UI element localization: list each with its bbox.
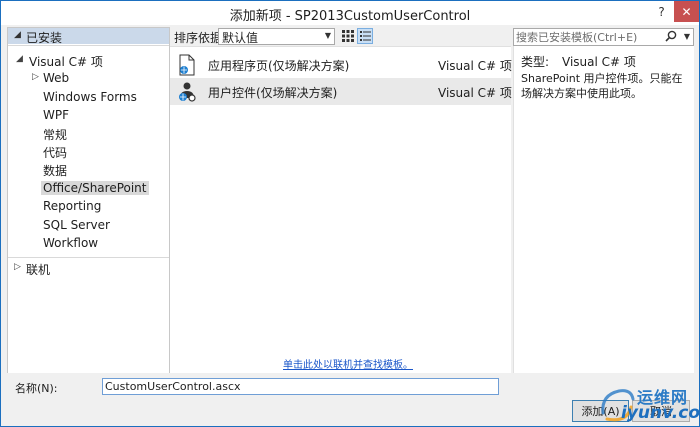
template-language: Visual C# 项 xyxy=(438,86,512,100)
tree-node-web[interactable]: ▷ Web xyxy=(8,70,169,87)
tree-node-data[interactable]: 数据 xyxy=(8,161,169,178)
tree-node-label: Office/SharePoint xyxy=(41,181,149,195)
tree-node-label: Web xyxy=(43,71,70,85)
type-label: 类型: xyxy=(521,55,550,69)
tree-node-label: 代码 xyxy=(43,146,68,160)
help-button[interactable]: ? xyxy=(649,1,674,22)
installed-label: 已安装 xyxy=(26,31,63,45)
user-control-icon xyxy=(176,81,198,103)
search-box[interactable]: ▼ xyxy=(513,28,694,46)
template-item-user-control[interactable]: 用户控件(仅场解决方案) Visual C# 项 xyxy=(170,78,512,105)
tree-node-label: 常规 xyxy=(43,128,68,142)
sort-dropdown[interactable]: 默认值 ▼ xyxy=(218,28,335,45)
tree-node-office-sharepoint[interactable]: Office/SharePoint xyxy=(8,180,169,197)
tree-node-label: 数据 xyxy=(43,164,68,178)
tree-node-label: SQL Server xyxy=(43,218,110,232)
tree-node-windows-forms[interactable]: Windows Forms xyxy=(8,89,169,106)
details-panel: 类型: Visual C# 项 SharePoint 用户控件项。只能在场解决方… xyxy=(513,46,694,373)
template-description: SharePoint 用户控件项。只能在场解决方案中使用此项。 xyxy=(521,72,683,100)
grid-view-button[interactable] xyxy=(340,28,356,44)
dialog-window: 添加新项 - SP2013CustomUserControl ? ✕ ◢ 已安装… xyxy=(0,0,700,427)
tree-node-wpf[interactable]: WPF xyxy=(8,107,169,124)
tree-node-visual-csharp[interactable]: ◢ Visual C# 项 xyxy=(8,52,169,69)
template-language: Visual C# 项 xyxy=(438,59,512,73)
tree-node-general[interactable]: 常规 xyxy=(8,125,169,142)
template-toolbar: 排序依据: 默认值 ▼ xyxy=(171,27,511,45)
divider xyxy=(8,45,169,46)
tree-node-code[interactable]: 代码 xyxy=(8,143,169,160)
search-input[interactable] xyxy=(516,29,666,45)
grid-view-icon xyxy=(342,30,354,42)
tree-node-reporting[interactable]: Reporting xyxy=(8,198,169,215)
close-button[interactable]: ✕ xyxy=(674,1,699,22)
tree-node-label: WPF xyxy=(43,108,70,122)
window-title: 添加新项 - SP2013CustomUserControl xyxy=(229,9,471,24)
name-label: 名称(N): xyxy=(15,382,58,395)
tree-node-label: Visual C# 项 xyxy=(29,55,103,69)
collapse-icon[interactable]: ◢ xyxy=(16,54,23,64)
find-templates-online-link[interactable]: 单击此处以联机并查找模板。 xyxy=(283,356,413,371)
collapse-icon[interactable]: ◢ xyxy=(14,30,21,40)
tree-node-label: 联机 xyxy=(26,263,51,277)
sort-value: 默认值 xyxy=(222,31,259,45)
chevron-down-icon: ▼ xyxy=(324,31,331,40)
divider xyxy=(8,257,169,258)
template-name: 应用程序页(仅场解决方案) xyxy=(208,59,350,73)
list-view-button[interactable] xyxy=(357,28,373,44)
application-page-icon xyxy=(176,54,198,76)
name-field[interactable] xyxy=(102,378,499,395)
template-name: 用户控件(仅场解决方案) xyxy=(208,86,338,100)
chevron-down-icon[interactable]: ▼ xyxy=(684,32,690,41)
expand-icon[interactable]: ▷ xyxy=(32,72,39,82)
watermark-domain: iyunv.com xyxy=(621,403,700,423)
tree-node-sql-server[interactable]: SQL Server xyxy=(8,217,169,234)
list-view-icon xyxy=(359,31,371,41)
template-item-application-page[interactable]: 应用程序页(仅场解决方案) Visual C# 项 xyxy=(170,51,512,78)
tree-node-workflow[interactable]: Workflow xyxy=(8,235,169,252)
type-value: Visual C# 项 xyxy=(562,55,636,69)
tree-node-label: Reporting xyxy=(43,199,102,213)
title-bar: 添加新项 - SP2013CustomUserControl ? ✕ xyxy=(1,1,699,25)
template-list: 应用程序页(仅场解决方案) Visual C# 项 用户控件(仅场解决方案) V… xyxy=(170,46,512,374)
installed-header[interactable]: ◢ 已安装 xyxy=(8,28,169,45)
tree-node-label: Windows Forms xyxy=(43,90,137,104)
search-icon[interactable] xyxy=(665,30,677,45)
expand-icon[interactable]: ▷ xyxy=(14,262,21,272)
category-tree: ◢ 已安装 ◢ Visual C# 项 ▷ Web Windows Forms … xyxy=(7,27,170,375)
watermark-logo: 运维网 iyunv.com xyxy=(595,383,700,427)
tree-node-online[interactable]: ▷ 联机 xyxy=(8,260,169,277)
tree-node-label: Workflow xyxy=(43,236,99,250)
